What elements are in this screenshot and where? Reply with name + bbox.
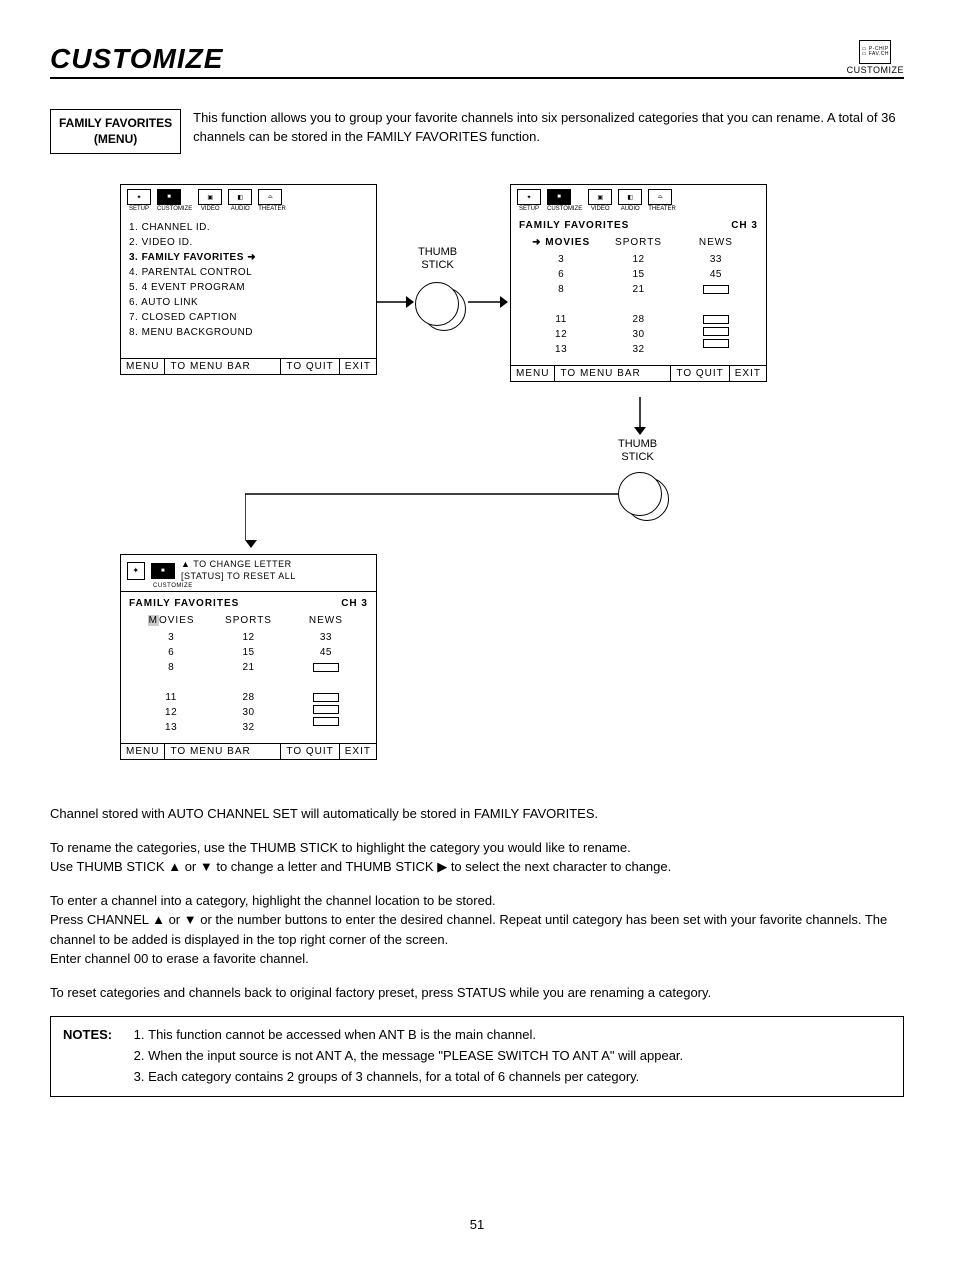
osd-hint: ✦ ■ ▲ TO CHANGE LETTER [STATUS] TO RESET… bbox=[121, 555, 376, 582]
body-paragraph-1: Channel stored with AUTO CHANNEL SET wil… bbox=[50, 804, 904, 824]
body-paragraph-2: To rename the categories, use the THUMB … bbox=[50, 838, 904, 877]
osd-customize-menu: ✦SETUP ■CUSTOMIZE ▣VIDEO ◧AUDIO ⌓THEATER… bbox=[120, 184, 377, 375]
customize-corner-icon: ▭ P-CHIP▭ FAV.CH CUSTOMIZE bbox=[847, 40, 904, 75]
page-title-bar: CUSTOMIZE ▭ P-CHIP▭ FAV.CH CUSTOMIZE bbox=[50, 40, 904, 79]
page-title: CUSTOMIZE bbox=[50, 43, 223, 75]
thumb-stick-label-2: THUMB STICK bbox=[618, 438, 657, 464]
note-item: This function cannot be accessed when AN… bbox=[148, 1025, 683, 1046]
note-item: When the input source is not ANT A, the … bbox=[148, 1046, 683, 1067]
osd-iconbar: ✦SETUP ■CUSTOMIZE ▣VIDEO ◧AUDIO ⌓THEATER bbox=[121, 185, 376, 214]
connector-line bbox=[245, 490, 625, 554]
thumb-stick-label-1: THUMB STICK bbox=[418, 246, 457, 272]
arrow-down-icon bbox=[630, 397, 650, 435]
osd-footer: MENU TO MENU BAR TO QUIT EXIT bbox=[121, 358, 376, 374]
section-intro: This function allows you to group your f… bbox=[193, 109, 904, 154]
note-item: Each category contains 2 groups of 3 cha… bbox=[148, 1067, 683, 1088]
arrow-right-icon bbox=[376, 292, 414, 312]
osd-family-favorites: ✦SETUP ■CUSTOMIZE ▣VIDEO ◧AUDIO ⌓THEATER… bbox=[510, 184, 767, 382]
flow-diagram: ✦SETUP ■CUSTOMIZE ▣VIDEO ◧AUDIO ⌓THEATER… bbox=[120, 184, 840, 784]
favorites-columns: ➜ MOVIES 3 6 8 11 12 13 SPORTS 12 15 21 bbox=[519, 237, 758, 357]
notes-box: NOTES: This function cannot be accessed … bbox=[50, 1016, 904, 1096]
notes-label: NOTES: bbox=[63, 1025, 112, 1087]
section-label: FAMILY FAVORITES (MENU) bbox=[50, 109, 181, 154]
arrow-right-icon bbox=[468, 292, 508, 312]
body-paragraph-3: To enter a channel into a category, high… bbox=[50, 891, 904, 969]
customize-menu-list: 1. CHANNEL ID. 2. VIDEO ID. 3. FAMILY FA… bbox=[129, 220, 368, 340]
osd-rename-favorite: ✦ ■ ▲ TO CHANGE LETTER [STATUS] TO RESET… bbox=[120, 554, 377, 759]
body-paragraph-4: To reset categories and channels back to… bbox=[50, 983, 904, 1003]
notes-list: This function cannot be accessed when AN… bbox=[126, 1025, 683, 1087]
thumb-stick-icon bbox=[415, 282, 459, 326]
page-number: 51 bbox=[50, 1217, 904, 1232]
